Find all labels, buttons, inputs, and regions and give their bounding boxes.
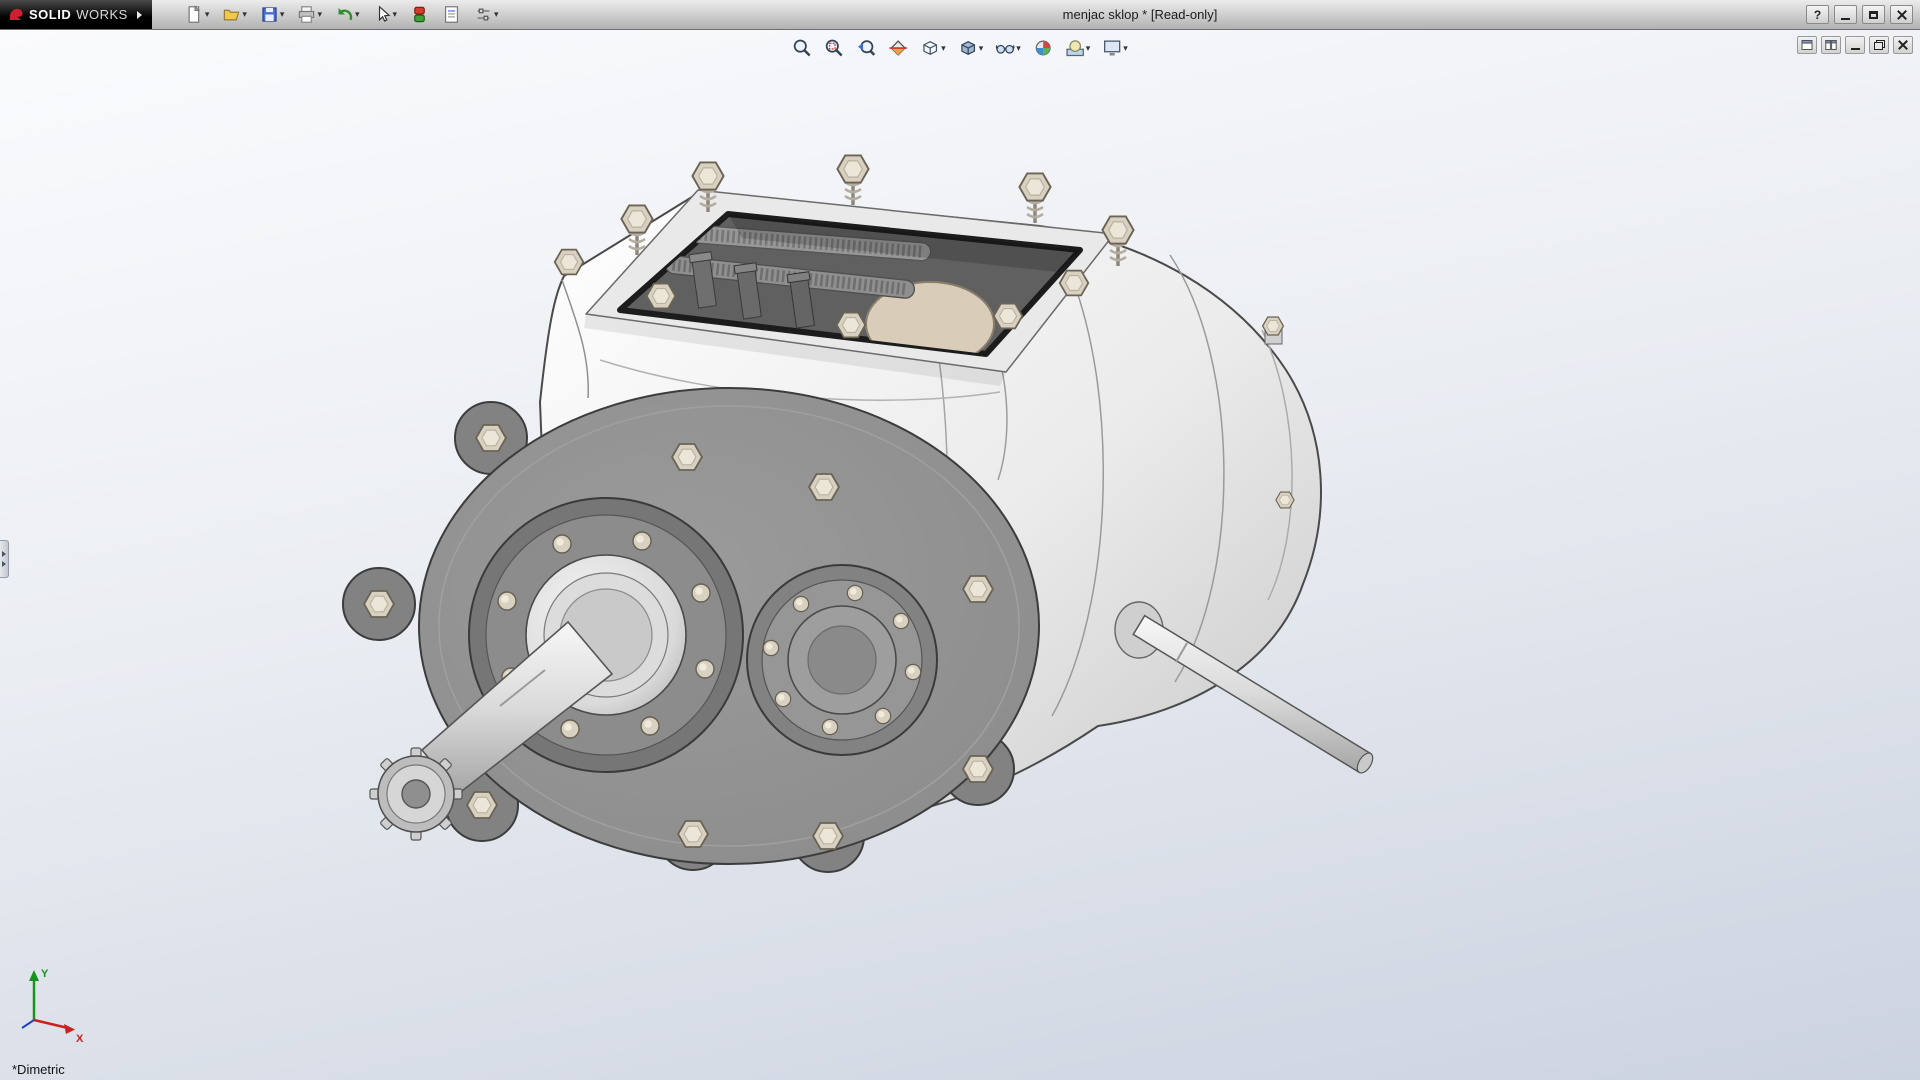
brand-text-light: WORKS <box>76 7 128 22</box>
open-icon <box>224 9 240 21</box>
rebuild-button[interactable] <box>407 1 432 29</box>
view-settings-button[interactable]: ▾ <box>1099 34 1131 62</box>
close-icon <box>1897 10 1907 20</box>
minimize-icon <box>1841 17 1850 20</box>
minimize-button[interactable] <box>1834 5 1857 24</box>
model-canvas[interactable] <box>0 30 1920 1080</box>
print-button[interactable]: ▾ <box>294 1 325 29</box>
dropdown-arrow-icon[interactable]: ▾ <box>494 10 499 19</box>
ds-logo-icon <box>9 8 23 20</box>
window-panes-icon <box>1825 40 1837 50</box>
close-button[interactable] <box>1890 5 1913 24</box>
file-properties-icon <box>445 6 459 23</box>
view-orientation-button[interactable]: ▾ <box>917 34 949 62</box>
edit-appearance-button[interactable] <box>1030 34 1056 62</box>
doc-restore-button[interactable] <box>1869 36 1889 54</box>
print-icon <box>299 6 315 23</box>
section-view-icon <box>889 40 907 56</box>
zoom-to-fit-button[interactable] <box>789 34 815 62</box>
output-bearing-cover[interactable] <box>746 564 938 756</box>
triad-x-label: X <box>76 1033 84 1045</box>
dropdown-arrow-icon[interactable]: ▾ <box>1086 43 1091 53</box>
doc-window-button-1[interactable] <box>1797 36 1817 54</box>
select-icon <box>378 5 390 22</box>
new-document-icon <box>188 5 200 23</box>
dropdown-arrow-icon[interactable]: ▾ <box>1016 43 1021 53</box>
options-button[interactable]: ▾ <box>471 1 502 29</box>
doc-close-icon <box>1898 40 1908 50</box>
titlebar-controls: ? <box>1806 5 1920 24</box>
view-settings-icon <box>1104 40 1121 56</box>
titlebar: SOLID WORKS ▾ ▾ ▾ ▾ ▾ ▾ ▾ menjac sklop * [Read-… <box>0 0 1920 30</box>
zoom-to-area-button[interactable] <box>821 34 847 62</box>
dropdown-arrow-icon[interactable]: ▾ <box>1123 43 1128 53</box>
zoom-to-area-icon <box>825 39 843 57</box>
triad-y-label: Y <box>41 968 49 980</box>
solidworks-logo[interactable]: SOLID WORKS <box>0 0 152 29</box>
save-icon <box>262 7 277 22</box>
maximize-button[interactable] <box>1862 5 1885 24</box>
save-button[interactable]: ▾ <box>257 1 288 29</box>
undo-icon <box>338 7 353 21</box>
dropdown-arrow-icon[interactable]: ▾ <box>979 43 984 53</box>
brand-text-bold: SOLID <box>29 7 72 22</box>
apply-scene-icon <box>1066 40 1084 57</box>
previous-view-button[interactable] <box>853 34 879 62</box>
doc-minimize-icon <box>1850 48 1860 50</box>
doc-window-button-2[interactable] <box>1821 36 1841 54</box>
undo-button[interactable]: ▾ <box>332 1 363 29</box>
graphics-viewport[interactable]: ▾ ▾ ▾ ▾ ▾ Y X *Dimetric <box>0 30 1920 1080</box>
dropdown-arrow-icon[interactable]: ▾ <box>242 10 247 19</box>
window-title: menjac sklop * [Read-only] <box>1062 7 1218 22</box>
main-toolbar: ▾ ▾ ▾ ▾ ▾ ▾ ▾ <box>152 1 502 29</box>
orientation-triad: Y X <box>21 968 84 1045</box>
hide-show-items-icon <box>995 44 1015 54</box>
hide-show-items-button[interactable]: ▾ <box>992 34 1024 62</box>
window-pane-icon <box>1801 40 1813 50</box>
new-document-button[interactable]: ▾ <box>182 1 213 29</box>
section-view-button[interactable] <box>885 34 911 62</box>
view-orientation-label: *Dimetric <box>12 1062 65 1077</box>
dropdown-arrow-icon[interactable]: ▾ <box>317 10 322 19</box>
dropdown-arrow-icon[interactable]: ▾ <box>393 10 398 19</box>
dropdown-arrow-icon[interactable]: ▾ <box>205 10 210 19</box>
doc-restore-icon <box>1873 40 1885 50</box>
file-properties-button[interactable] <box>439 1 464 29</box>
options-icon <box>477 8 490 21</box>
display-style-icon <box>960 41 975 55</box>
previous-view-icon <box>858 40 876 56</box>
help-button[interactable]: ? <box>1806 5 1829 24</box>
edit-appearance-icon <box>1035 40 1051 56</box>
view-orientation-icon <box>923 41 938 55</box>
open-button[interactable]: ▾ <box>219 1 250 29</box>
select-button[interactable]: ▾ <box>370 1 401 29</box>
zoom-to-fit-icon <box>793 39 811 57</box>
maximize-icon <box>1869 10 1878 19</box>
document-window-controls <box>1797 36 1913 54</box>
headsup-view-toolbar: ▾ ▾ ▾ ▾ ▾ <box>789 34 1131 62</box>
apply-scene-button[interactable]: ▾ <box>1062 34 1094 62</box>
dropdown-arrow-icon[interactable]: ▾ <box>280 10 285 19</box>
doc-minimize-button[interactable] <box>1845 36 1865 54</box>
doc-close-button[interactable] <box>1893 36 1913 54</box>
display-style-button[interactable]: ▾ <box>955 34 987 62</box>
rebuild-icon <box>414 6 425 23</box>
toolbar-overflow-icon[interactable] <box>136 10 142 19</box>
dropdown-arrow-icon[interactable]: ▾ <box>941 43 946 53</box>
dropdown-arrow-icon[interactable]: ▾ <box>355 10 360 19</box>
